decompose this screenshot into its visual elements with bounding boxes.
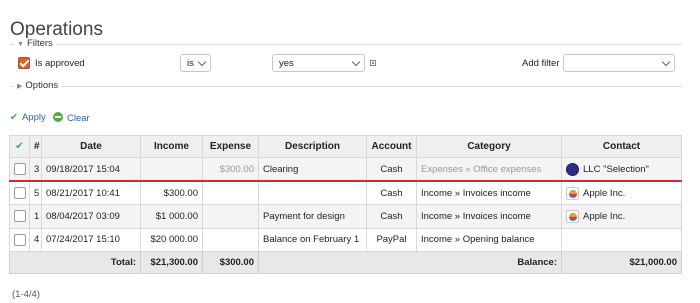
column-header-account[interactable]: Account	[366, 135, 417, 158]
row-date: 08/21/2017 10:41	[41, 180, 141, 205]
apple-logo-icon	[566, 209, 579, 223]
row-description: Clearing	[258, 157, 367, 182]
options-legend[interactable]: ▶ Options	[14, 80, 62, 91]
row-income	[140, 157, 203, 182]
apply-button[interactable]: ✔ Apply	[10, 112, 46, 123]
chevron-down-icon	[661, 57, 671, 67]
row-checkbox[interactable]	[14, 163, 26, 175]
totals-label: Total:	[9, 251, 141, 274]
row-select-cell[interactable]	[9, 204, 30, 229]
row-category[interactable]: Income » Invoices income	[416, 204, 562, 229]
row-expense	[202, 227, 259, 252]
column-header-description[interactable]: Description	[258, 135, 367, 158]
row-income: $20 000.00	[140, 227, 203, 252]
row-contact[interactable]	[561, 227, 682, 252]
row-category[interactable]: Expenses » Office expenses	[416, 157, 562, 182]
row-expense: $300.00	[202, 157, 259, 182]
is-approved-label: Is approved	[35, 58, 85, 69]
row-account: Cash	[366, 157, 417, 182]
row-date: 08/04/2017 03:09	[41, 204, 141, 229]
table-row[interactable]: 1 08/04/2017 03:09 $1 000.00 Payment for…	[9, 204, 682, 229]
row-description	[258, 180, 367, 205]
column-header-date[interactable]: Date	[41, 135, 141, 158]
row-contact-name[interactable]: Apple Inc.	[583, 188, 625, 199]
row-num: 3	[29, 157, 42, 182]
row-date: 09/18/2017 15:04	[41, 157, 141, 182]
value-select-value: yes	[279, 58, 294, 69]
row-contact-name[interactable]: LLC "Selection"	[583, 164, 649, 175]
column-header-contact[interactable]: Contact	[561, 135, 682, 158]
row-contact[interactable]: Apple Inc.	[561, 204, 682, 229]
balance-value: $21,000.00	[561, 251, 682, 274]
apply-label: Apply	[21, 112, 46, 123]
collapse-triangle-icon: ▼	[17, 41, 24, 48]
toggle-multiselect-icon[interactable]	[370, 60, 376, 66]
row-num: 5	[29, 180, 42, 205]
row-account: PayPal	[366, 227, 417, 252]
filters-divider	[10, 44, 682, 45]
operator-select[interactable]: is	[180, 54, 211, 72]
row-num: 1	[29, 204, 42, 229]
clear-label: Clear	[67, 113, 90, 124]
row-select-cell[interactable]	[9, 180, 30, 205]
table-row[interactable]: 4 07/24/2017 15:10 $20 000.00 Balance on…	[9, 227, 682, 252]
header-checkmark-icon: ✔	[15, 141, 24, 152]
table-header-row: ✔ # Date Income Expense Description Acco…	[9, 135, 682, 158]
column-header-income[interactable]: Income	[140, 135, 203, 158]
row-account: Cash	[366, 204, 417, 229]
totals-expense: $300.00	[202, 251, 259, 274]
is-approved-checkbox[interactable]	[18, 57, 30, 69]
row-contact-name[interactable]: Apple Inc.	[583, 211, 625, 222]
value-select[interactable]: yes	[272, 54, 365, 72]
row-expense	[202, 180, 259, 205]
table-row[interactable]: 5 08/21/2017 10:41 $300.00 Cash Income »…	[9, 180, 682, 205]
row-description: Payment for design	[258, 204, 367, 229]
row-date: 07/24/2017 15:10	[41, 227, 141, 252]
clear-icon	[53, 112, 63, 122]
apple-logo-icon	[566, 186, 579, 200]
row-income: $300.00	[140, 180, 203, 205]
row-contact[interactable]: Apple Inc.	[561, 180, 682, 205]
column-header-category[interactable]: Category	[416, 135, 562, 158]
select-all-toggle[interactable]: ✔	[9, 135, 30, 158]
company-logo-icon	[566, 162, 579, 176]
row-checkbox[interactable]	[14, 210, 26, 223]
row-expense	[202, 204, 259, 229]
options-divider	[10, 86, 682, 87]
row-income: $1 000.00	[140, 204, 203, 229]
checkmark-icon: ✔	[10, 112, 18, 123]
options-legend-label: Options	[25, 80, 59, 91]
table-row[interactable]: 3 09/18/2017 15:04 $300.00 Clearing Cash…	[9, 157, 682, 182]
pagination-summary: (1-4/4)	[12, 289, 40, 300]
row-checkbox[interactable]	[14, 187, 26, 199]
row-select-cell[interactable]	[9, 157, 30, 182]
row-category[interactable]: Income » Invoices income	[416, 180, 562, 205]
add-filter-label: Add filter	[522, 58, 560, 69]
chevron-down-icon	[351, 57, 361, 67]
row-account: Cash	[366, 180, 417, 205]
operations-table: ✔ # Date Income Expense Description Acco…	[9, 135, 682, 274]
add-filter-select[interactable]	[563, 54, 675, 72]
expand-triangle-icon: ▶	[17, 83, 23, 90]
column-header-expense[interactable]: Expense	[202, 135, 259, 158]
balance-label: Balance:	[258, 251, 562, 274]
clear-button[interactable]: Clear	[53, 112, 90, 124]
row-checkbox[interactable]	[14, 233, 26, 246]
filters-legend-label: Filters	[26, 38, 53, 49]
totals-row: Total: $21,300.00 $300.00 Balance: $21,0…	[9, 251, 682, 274]
totals-income: $21,300.00	[140, 251, 203, 274]
chevron-down-icon	[197, 57, 207, 67]
row-select-cell[interactable]	[9, 227, 30, 252]
column-header-num[interactable]: #	[29, 135, 42, 158]
row-num: 4	[29, 227, 42, 252]
row-contact[interactable]: LLC "Selection"	[561, 157, 682, 182]
row-description: Balance on February 1	[258, 227, 367, 252]
row-category[interactable]: Income » Opening balance	[416, 227, 562, 252]
filters-legend[interactable]: ▼ Filters	[14, 38, 56, 49]
operator-select-value: is	[187, 58, 194, 69]
